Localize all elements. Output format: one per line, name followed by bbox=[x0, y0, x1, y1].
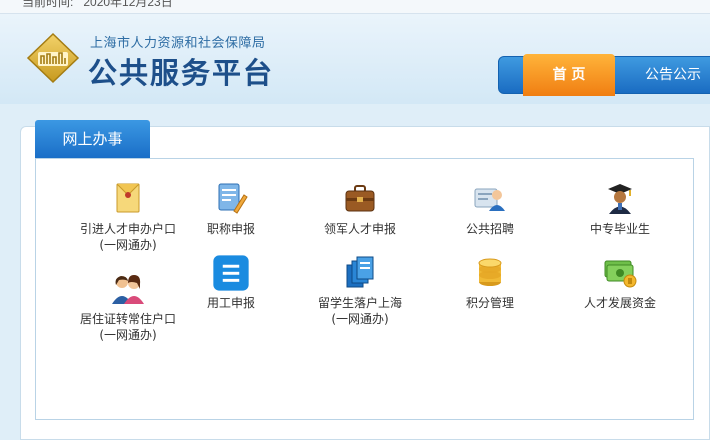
couple-icon bbox=[112, 275, 144, 304]
service-label: 居住证转常住户口 bbox=[79, 312, 176, 326]
service-overseas-student-settlement[interactable]: 留学生落户上海 (一网通办) bbox=[290, 255, 430, 327]
service-public-recruitment[interactable]: 公共招聘 bbox=[420, 181, 560, 237]
recruit-icon bbox=[474, 188, 505, 211]
tab-online-services[interactable]: 网上办事 bbox=[35, 120, 150, 158]
service-label: 公共招聘 bbox=[465, 222, 514, 236]
service-technical-graduates[interactable]: 中专毕业生 bbox=[550, 181, 690, 237]
org-name: 上海市人力资源和社会保障局 bbox=[90, 36, 266, 51]
site-title: 公共服务平台 bbox=[88, 56, 275, 90]
money-icon bbox=[604, 260, 637, 288]
top-info-bar: 当前时间: 2020年12月23日 bbox=[0, 0, 710, 14]
graduate-icon bbox=[608, 184, 632, 214]
services-grid: 引进人才申办户口 (一网通办) 职称申报 领军人才申报 公共招聘 中专毕业生 居… bbox=[35, 158, 694, 420]
nav-item-home[interactable]: 首 页 bbox=[523, 54, 615, 96]
service-title-application[interactable]: 职称申报 bbox=[161, 181, 301, 237]
service-sublabel: (一网通办) bbox=[99, 328, 157, 342]
books-icon bbox=[346, 256, 374, 288]
service-sublabel: (一网通办) bbox=[99, 238, 157, 252]
service-talent-development-fund[interactable]: 人才发展资金 bbox=[550, 255, 690, 311]
date-value: 2020年12月23日 bbox=[83, 0, 173, 9]
briefcase-icon bbox=[345, 185, 375, 212]
service-employment-declaration[interactable]: 用工申报 bbox=[161, 253, 301, 311]
service-label: 积分管理 bbox=[465, 296, 514, 310]
service-label: 留学生落户上海 bbox=[317, 296, 402, 310]
service-label: 用工申报 bbox=[206, 296, 255, 310]
logo-icon[interactable] bbox=[26, 32, 80, 84]
service-label: 领军人才申报 bbox=[323, 222, 396, 236]
service-sublabel: (一网通办) bbox=[331, 312, 389, 326]
service-label: 中专毕业生 bbox=[589, 222, 650, 236]
service-label: 职称申报 bbox=[206, 222, 255, 236]
nav-item-announcements[interactable]: 公告公示 bbox=[645, 57, 710, 93]
main-nav: 首 页 公告公示 bbox=[498, 54, 710, 96]
site-header: 上海市人力资源和社会保障局 公共服务平台 首 页 公告公示 bbox=[0, 14, 710, 104]
coins-icon bbox=[478, 258, 502, 286]
current-date: 当前时间: 2020年12月23日 bbox=[22, 0, 173, 10]
list-icon bbox=[213, 255, 249, 291]
service-leading-talent[interactable]: 领军人才申报 bbox=[290, 181, 430, 237]
service-points-management[interactable]: 积分管理 bbox=[420, 255, 560, 311]
certificate-icon bbox=[218, 183, 248, 214]
service-label: 人才发展资金 bbox=[583, 296, 656, 310]
envelope-icon bbox=[116, 183, 140, 213]
date-label: 当前时间: bbox=[22, 0, 74, 9]
